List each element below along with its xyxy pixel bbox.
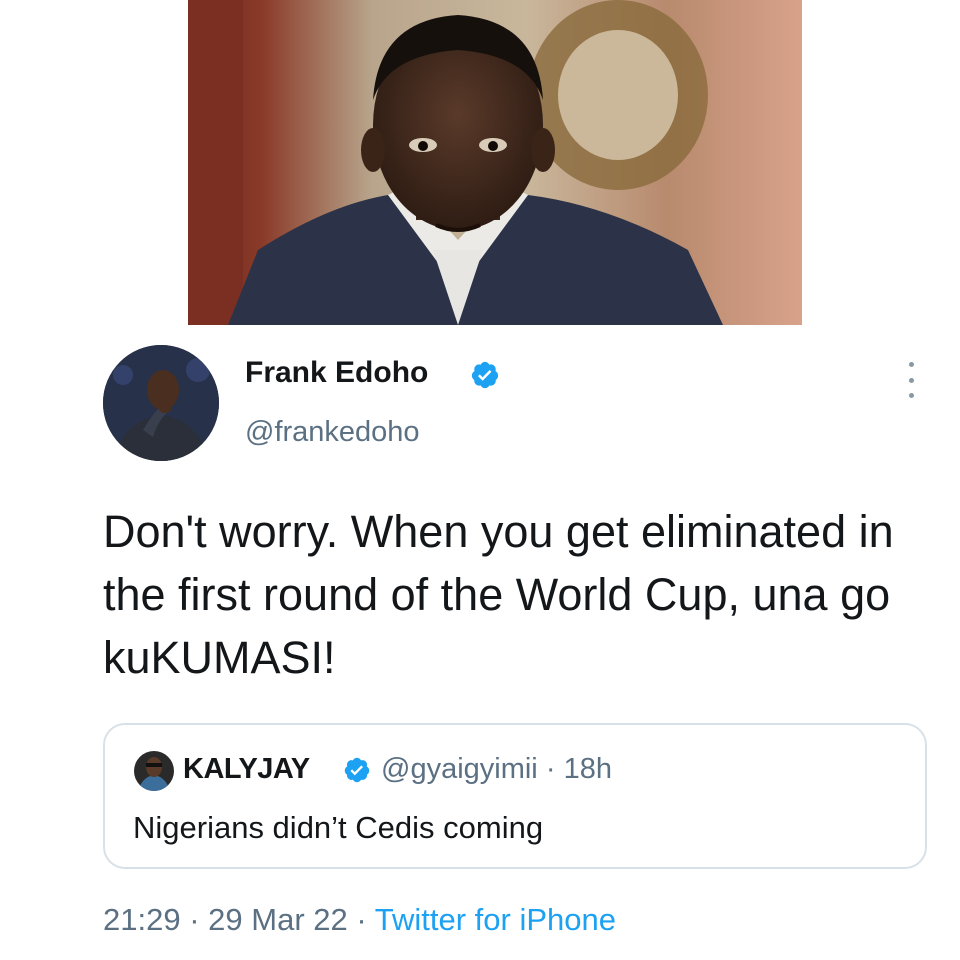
footer-separator-2: · [356, 902, 367, 937]
quoted-tweet[interactable]: KALYJAY @gyaigyimii · 18h Nigerians didn… [103, 723, 927, 869]
quoted-handle[interactable]: @gyaigyimii [381, 753, 538, 785]
quoted-author-name[interactable]: KALYJAY [183, 753, 310, 786]
tweet-time: 21:29 [103, 902, 181, 937]
quoted-separator: · [545, 753, 556, 785]
quoted-age: 18h [563, 753, 612, 785]
author-name[interactable]: Frank Edoho [245, 356, 428, 390]
verified-badge-icon [471, 361, 499, 389]
tweet-text: Don't worry. When you get eliminated in … [103, 506, 894, 683]
quoted-author-avatar[interactable] [134, 751, 174, 791]
quoted-text: Nigerians didn’t Cedis coming [133, 810, 544, 845]
header-photo [188, 0, 802, 325]
tweet-date: 29 Mar 22 [208, 902, 348, 937]
tweet-source-link[interactable]: Twitter for iPhone [375, 902, 616, 937]
author-avatar[interactable] [103, 345, 219, 461]
quoted-verified-badge-icon [344, 757, 370, 783]
more-options-icon[interactable] [900, 362, 922, 398]
author-handle[interactable]: @frankedoho [245, 416, 420, 449]
footer-separator-1: · [189, 902, 200, 937]
quoted-meta: @gyaigyimii · 18h [381, 753, 612, 786]
tweet-footer: 21:29 · 29 Mar 22 · Twitter for iPhone [103, 902, 616, 938]
